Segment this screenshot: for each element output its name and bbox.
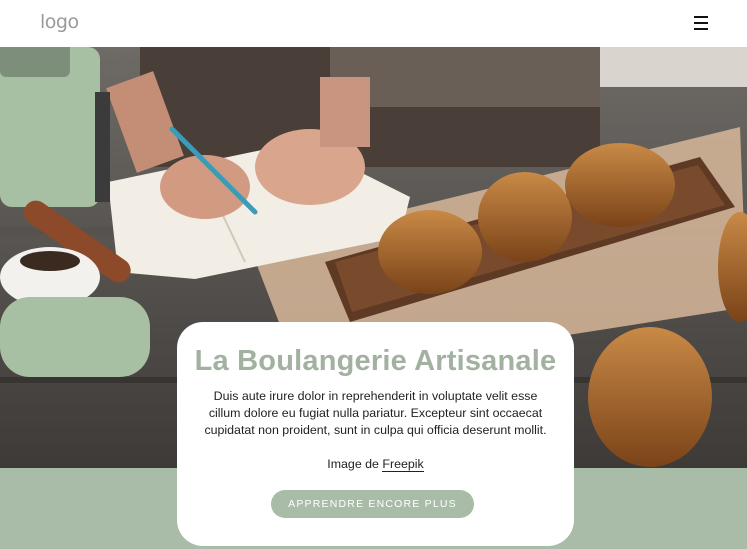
logo[interactable]: logo [40, 10, 79, 34]
credit-prefix: Image de [327, 457, 383, 471]
page-title: La Boulangerie Artisanale [194, 345, 557, 377]
learn-more-button[interactable]: APPRENDRE ENCORE PLUS [271, 490, 474, 518]
hamburger-menu-icon[interactable] [692, 14, 712, 32]
image-credit: Image de Freepik [177, 456, 574, 472]
freepik-link[interactable]: Freepik [382, 457, 424, 472]
intro-card: La Boulangerie Artisanale Duis aute irur… [177, 322, 574, 546]
site-header: logo [0, 0, 747, 47]
intro-text: Duis aute irure dolor in reprehenderit i… [204, 389, 547, 437]
